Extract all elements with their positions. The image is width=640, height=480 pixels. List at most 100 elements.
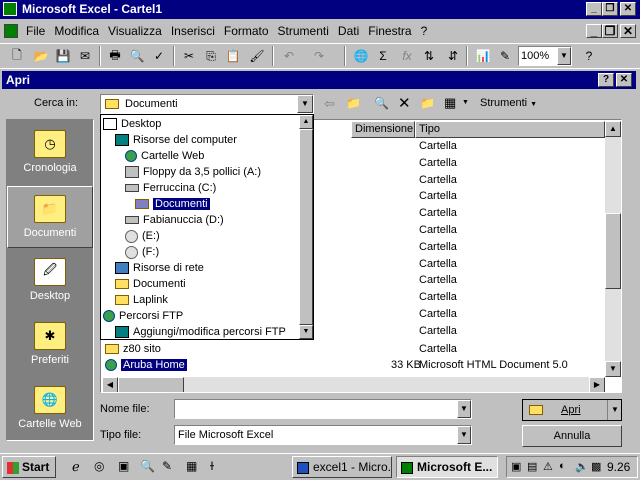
- clock[interactable]: 9.26: [607, 460, 630, 474]
- scroll-thumb[interactable]: [605, 213, 621, 289]
- dropdown-item-add-ftp[interactable]: Aggiungi/modifica percorsi FTP: [115, 324, 286, 339]
- restore-button[interactable]: ❐: [602, 2, 618, 16]
- dropdown-item-network[interactable]: Risorse di rete: [115, 260, 204, 276]
- menu-item[interactable]: Strumenti: [278, 21, 329, 41]
- hyperlink-icon[interactable]: 🌐: [350, 46, 372, 66]
- open-button[interactable]: Apri ▼: [522, 399, 622, 421]
- menu-item[interactable]: Dati: [338, 21, 359, 41]
- autosum-icon[interactable]: Σ: [372, 46, 394, 66]
- minimize-button[interactable]: _: [586, 2, 602, 16]
- email-icon[interactable]: ✉: [74, 46, 96, 66]
- paste-icon[interactable]: 📋: [222, 46, 244, 66]
- vertical-scrollbar[interactable]: ▲ ▼: [605, 121, 621, 377]
- tray-icon-3[interactable]: ⚠: [543, 460, 553, 473]
- back-icon[interactable]: ⇦: [324, 96, 335, 112]
- close-button[interactable]: ✕: [620, 2, 636, 16]
- up-folder-icon[interactable]: 📁: [346, 96, 361, 110]
- column-type-header[interactable]: Tipo: [415, 121, 605, 138]
- dropdown-item-drive-e[interactable]: (E:): [125, 228, 160, 244]
- function-icon[interactable]: fx: [396, 46, 418, 66]
- dropdown-item-floppy[interactable]: Floppy da 3,5 pollici (A:): [125, 164, 261, 180]
- dropdown-scroll-up-icon[interactable]: ▲: [299, 115, 313, 129]
- menu-item[interactable]: Inserisci: [171, 21, 215, 41]
- search-web-icon[interactable]: 🔍: [374, 96, 389, 110]
- scroll-left-icon[interactable]: ◀: [102, 377, 118, 392]
- filetype-select[interactable]: File Microsoft Excel ▼: [174, 425, 472, 445]
- menu-item[interactable]: Visualizza: [108, 21, 162, 41]
- place-documents[interactable]: 📁 Documenti: [7, 186, 93, 248]
- pin-icon[interactable]: ɫ: [210, 459, 214, 473]
- spelling-icon[interactable]: ✓: [148, 46, 170, 66]
- column-size-header[interactable]: Dimensione: [351, 121, 415, 138]
- list-item[interactable]: Aruba Home 33 KB Microsoft HTML Document…: [105, 357, 605, 373]
- format-painter-icon[interactable]: 🖌: [246, 46, 268, 66]
- hscroll-thumb[interactable]: [118, 377, 184, 392]
- tray-icon-6[interactable]: ▩: [591, 460, 601, 473]
- open-icon[interactable]: 📂: [30, 46, 52, 66]
- dropdown-item-ftp[interactable]: Percorsi FTP: [103, 308, 183, 324]
- dropdown-item-laplink[interactable]: Laplink: [115, 292, 168, 308]
- app-icon[interactable]: ▦: [186, 459, 197, 473]
- speaker-icon[interactable]: 🔈: [575, 460, 589, 473]
- menu-item[interactable]: Finestra: [368, 21, 411, 41]
- list-item[interactable]: z80 sito Cartella: [105, 341, 595, 357]
- ie-icon[interactable]: ℯ: [72, 459, 80, 475]
- channels-icon[interactable]: ▣: [118, 459, 129, 473]
- place-favorites[interactable]: ✱ Preferiti: [7, 314, 93, 376]
- views-dropdown-icon[interactable]: ▼: [462, 99, 469, 106]
- save-icon[interactable]: 💾: [52, 46, 74, 66]
- sort-descending-icon[interactable]: ⇵: [442, 46, 464, 66]
- dropdown-item-drive-f[interactable]: (F:): [125, 244, 159, 260]
- chart-wizard-icon[interactable]: 📊: [472, 46, 494, 66]
- cut-icon[interactable]: ✂: [178, 46, 200, 66]
- dropdown-scroll-down-icon[interactable]: ▼: [299, 325, 313, 339]
- tools-menu[interactable]: Strumenti ▼: [480, 97, 537, 109]
- cancel-button[interactable]: Annulla: [522, 425, 622, 447]
- dropdown-item-web-folders[interactable]: Cartelle Web: [125, 148, 204, 164]
- look-in-dropdown-list[interactable]: Desktop Risorse del computer Cartelle We…: [100, 114, 314, 340]
- excel-icon[interactable]: [3, 2, 17, 16]
- print-icon[interactable]: 🖶: [104, 46, 126, 66]
- menu-item[interactable]: File: [26, 21, 45, 41]
- scroll-up-icon[interactable]: ▲: [605, 121, 621, 137]
- tray-icon-2[interactable]: ▤: [527, 460, 537, 473]
- filetype-dropdown-icon[interactable]: ▼: [457, 426, 471, 444]
- new-icon[interactable]: 🗋: [6, 46, 28, 66]
- task-excel[interactable]: Microsoft E...: [396, 456, 498, 478]
- dropdown-item-my-computer[interactable]: Risorse del computer: [115, 132, 237, 148]
- print-preview-icon[interactable]: 🔍: [126, 46, 148, 66]
- dropdown-item-drive-c[interactable]: Ferruccina (C:): [125, 180, 216, 196]
- look-in-dropdown-icon[interactable]: ▼: [297, 95, 313, 113]
- scroll-down-icon[interactable]: ▼: [605, 361, 621, 377]
- menu-item[interactable]: ?: [421, 21, 428, 41]
- doc-minimize-button[interactable]: _: [586, 24, 602, 38]
- look-in-select[interactable]: Documenti ▼: [100, 94, 314, 114]
- tray-icon-4[interactable]: ◐: [559, 460, 566, 472]
- dropdown-item-drive-d[interactable]: Fabianuccia (D:): [125, 212, 224, 228]
- dropdown-scrollbar[interactable]: ▲ ▼: [299, 115, 313, 339]
- undo-icon[interactable]: ↶: [278, 46, 300, 66]
- tray-icon-1[interactable]: ▣: [511, 460, 521, 473]
- zoom-dropdown-icon[interactable]: ▼: [557, 47, 571, 65]
- doc-close-button[interactable]: ✕: [620, 24, 636, 38]
- place-history[interactable]: ◷ Cronologia: [7, 122, 93, 184]
- menu-item[interactable]: Modifica: [54, 21, 99, 41]
- dropdown-item-desktop[interactable]: Desktop: [103, 116, 161, 132]
- dropdown-scroll-thumb[interactable]: [299, 129, 313, 325]
- doc-restore-button[interactable]: ❐: [602, 24, 618, 38]
- place-web-folders[interactable]: 🌐 Cartelle Web: [7, 378, 93, 440]
- filename-input[interactable]: ▼: [174, 399, 472, 419]
- scroll-right-icon[interactable]: ▶: [589, 377, 605, 392]
- delete-icon[interactable]: ✕: [398, 94, 411, 112]
- zoom-select[interactable]: 100% ▼: [518, 46, 572, 66]
- dialog-close-button[interactable]: ✕: [616, 73, 632, 87]
- dialog-help-button[interactable]: ?: [598, 73, 614, 87]
- redo-icon[interactable]: ↷: [308, 46, 330, 66]
- notepad-icon[interactable]: ✎: [162, 459, 172, 473]
- filename-dropdown-icon[interactable]: ▼: [457, 400, 471, 418]
- start-button[interactable]: Start: [2, 456, 56, 478]
- help-icon[interactable]: ?: [578, 46, 600, 66]
- menu-item[interactable]: Formato: [224, 21, 269, 41]
- task-word[interactable]: excel1 - Micro...: [292, 456, 392, 478]
- copy-icon[interactable]: ⎘: [200, 46, 222, 66]
